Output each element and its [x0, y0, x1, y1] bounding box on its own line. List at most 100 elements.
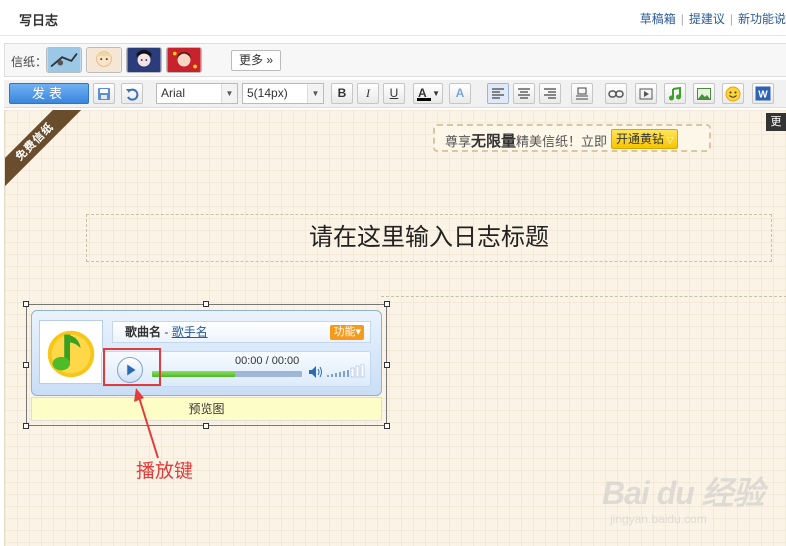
- top-header: 写日志 草稿箱 | 提建议 | 新功能说: [0, 0, 786, 36]
- stationery-thumb-2-image: [87, 48, 121, 72]
- function-menu-button[interactable]: 功能▾: [330, 325, 364, 340]
- dropdown-arrow-icon: ▼: [221, 84, 237, 103]
- editor-area[interactable]: 免费信纸 尊享无限量精美信纸！立即 开通黄钻 ▽ 更 请在这里输入日志标题 歌曲名…: [4, 110, 786, 546]
- diary-title-input[interactable]: 请在这里输入日志标题: [86, 214, 772, 262]
- promo-banner: 尊享无限量精美信纸！立即 开通黄钻 ▽: [433, 124, 711, 152]
- video-icon: [639, 88, 653, 100]
- link-separator: |: [729, 12, 733, 26]
- music-icon: [669, 86, 681, 101]
- baidu-watermark: Bai du 经验 jingyan.baidu.com: [602, 468, 782, 538]
- resize-handle[interactable]: [203, 423, 209, 429]
- singer-link[interactable]: 歌手名: [172, 325, 208, 339]
- insert-video-button[interactable]: [635, 83, 657, 104]
- header-links: 草稿箱 | 提建议 | 新功能说: [640, 10, 786, 27]
- more-stationery-button[interactable]: 更多 »: [231, 50, 281, 71]
- font-size-value: 5(14px): [247, 86, 288, 100]
- stationery-label: 信纸：: [11, 55, 48, 69]
- resize-handle[interactable]: [23, 362, 29, 368]
- promo-suffix: 精美信纸！立即: [516, 134, 608, 149]
- free-stationery-ribbon: 免费信纸: [5, 110, 85, 192]
- stationery-thumb-3-image: [127, 48, 161, 72]
- undo-button[interactable]: [121, 83, 143, 104]
- underline-button[interactable]: U: [383, 83, 405, 104]
- insert-word-button[interactable]: W: [752, 83, 774, 104]
- annotation-arrow-icon: [134, 388, 159, 459]
- page-title: 写日志: [19, 13, 59, 28]
- double-chevron-down-icon: »: [266, 53, 274, 67]
- resize-handle[interactable]: [23, 423, 29, 429]
- paragraph-icon: [576, 87, 588, 100]
- save-icon: [98, 88, 110, 100]
- align-center-button[interactable]: [513, 83, 535, 104]
- save-button[interactable]: [93, 83, 115, 104]
- insert-emoji-button[interactable]: [722, 83, 744, 104]
- chevron-down-icon: ▼: [432, 89, 440, 98]
- preview-label: 预览图: [31, 397, 382, 421]
- align-left-icon: [492, 88, 504, 99]
- drafts-link[interactable]: 草稿箱: [640, 12, 676, 26]
- align-left-button[interactable]: [487, 83, 509, 104]
- stationery-thumb-3[interactable]: [126, 47, 162, 73]
- italic-button[interactable]: I: [357, 83, 379, 104]
- volume-icon[interactable]: [308, 365, 324, 379]
- promo-prefix: 尊享: [445, 134, 472, 149]
- emoji-icon: [725, 86, 741, 102]
- resize-handle[interactable]: [23, 301, 29, 307]
- link-icon: [608, 90, 624, 98]
- insert-link-button[interactable]: [605, 83, 627, 104]
- open-yellow-diamond-label: 开通黄钻: [616, 132, 665, 146]
- insert-music-button[interactable]: [664, 83, 686, 104]
- link-separator: |: [680, 12, 684, 26]
- font-family-value: Arial: [161, 86, 186, 100]
- word-icon: W: [755, 86, 771, 101]
- stationery-thumb-1-image: [47, 48, 81, 72]
- insert-image-button[interactable]: [693, 83, 715, 104]
- align-right-icon: [544, 88, 556, 99]
- resize-handle[interactable]: [384, 301, 390, 307]
- more-stationery-label: 更多: [238, 53, 263, 67]
- volume-slider[interactable]: [327, 364, 367, 378]
- body-area-border: [381, 296, 786, 297]
- paragraph-button[interactable]: [571, 83, 593, 104]
- chevron-down-icon: ▽: [664, 135, 674, 145]
- svg-text:W: W: [758, 90, 768, 101]
- dropdown-arrow-icon: ▼: [307, 84, 323, 103]
- font-bg-color-button[interactable]: A: [449, 83, 471, 104]
- song-name: 歌曲名: [125, 325, 162, 339]
- time-display: 00:00 / 00:00: [235, 355, 300, 367]
- image-icon: [697, 88, 711, 100]
- new-features-link[interactable]: 新功能说: [738, 12, 786, 26]
- font-color-swatch: [417, 98, 431, 101]
- resize-handle[interactable]: [203, 301, 209, 307]
- align-center-icon: [518, 88, 530, 99]
- stationery-thumb-4-image: [167, 48, 201, 72]
- stationery-thumb-4[interactable]: [166, 47, 202, 73]
- editor-toolbar: 发表 Arial ▼ 5(14px) ▼ B I U A ▼ A W: [4, 80, 786, 108]
- progress-bar[interactable]: [152, 371, 302, 377]
- watermark-sub: jingyan.baidu.com: [610, 512, 707, 526]
- publish-button[interactable]: 发表: [9, 83, 89, 104]
- progress-fill: [152, 371, 235, 377]
- watermark-main: Bai du 经验: [602, 475, 765, 511]
- bold-button[interactable]: B: [331, 83, 353, 104]
- play-key-annotation: 播放键: [136, 461, 194, 482]
- resize-handle[interactable]: [384, 423, 390, 429]
- song-separator: -: [164, 325, 169, 339]
- font-size-select[interactable]: 5(14px) ▼: [242, 83, 324, 104]
- side-tab[interactable]: 更: [766, 113, 786, 131]
- feedback-link[interactable]: 提建议: [689, 12, 725, 26]
- open-yellow-diamond-button[interactable]: 开通黄钻 ▽: [611, 129, 679, 149]
- font-family-select[interactable]: Arial ▼: [156, 83, 238, 104]
- resize-handle[interactable]: [384, 362, 390, 368]
- promo-highlight: 无限量: [471, 133, 517, 150]
- align-right-button[interactable]: [539, 83, 561, 104]
- undo-icon: [126, 88, 139, 101]
- play-button-highlight: [103, 348, 161, 386]
- stationery-row: 信纸： 更多 »: [4, 43, 786, 77]
- song-info-bar: 歌曲名 - 歌手名 功能▾: [112, 321, 371, 343]
- stationery-thumb-2[interactable]: [86, 47, 122, 73]
- font-color-button[interactable]: A ▼: [413, 83, 443, 104]
- stationery-thumb-1[interactable]: [46, 47, 82, 73]
- music-player: 歌曲名 - 歌手名 功能▾ 00:00 / 00:00: [31, 310, 382, 396]
- music-note-icon: [47, 330, 95, 378]
